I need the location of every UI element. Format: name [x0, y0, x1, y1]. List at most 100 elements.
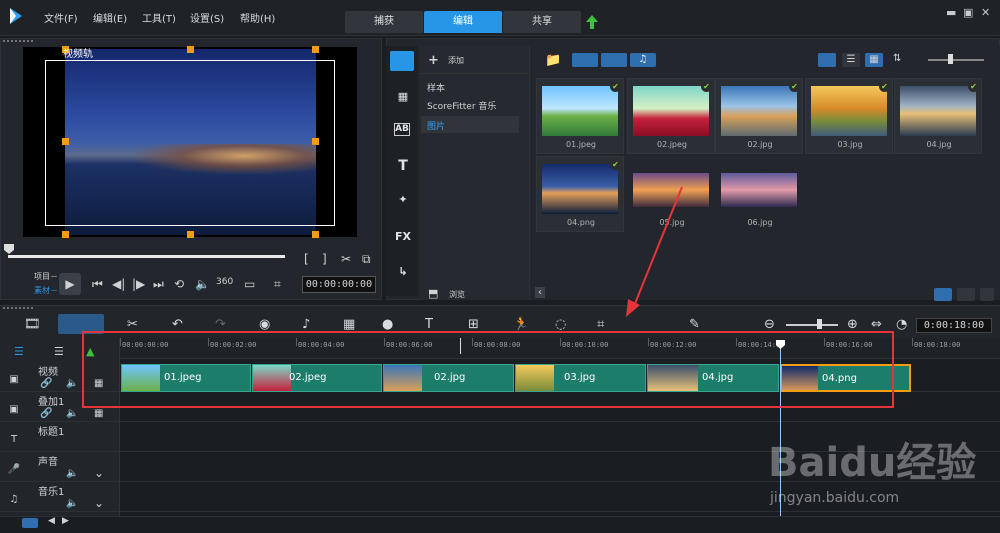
menu-settings[interactable]: 设置(S): [190, 10, 224, 25]
mute-icon[interactable]: 🔈: [66, 468, 78, 479]
upgrade-arrow-icon[interactable]: [585, 14, 599, 30]
track-name-overlay[interactable]: 叠加1: [38, 393, 64, 408]
close-icon[interactable]: ✕: [981, 6, 990, 19]
mask-creator-icon[interactable]: ◌: [555, 317, 566, 332]
media-category-icon[interactable]: [390, 51, 414, 71]
media-thumb-06jpg[interactable]: 06.jpg: [715, 156, 803, 232]
split-clip-icon[interactable]: ✂: [341, 252, 351, 266]
smart-package-icon[interactable]: ✎: [689, 317, 700, 332]
prev-frame-icon[interactable]: ◀|: [112, 277, 125, 291]
track-name-voice[interactable]: 声音: [38, 453, 58, 468]
add-folder-label[interactable]: 添加: [448, 55, 464, 66]
track-name-video[interactable]: 视频: [38, 363, 58, 378]
home-icon[interactable]: ⏮: [92, 277, 103, 292]
zoom-in-icon[interactable]: ⊕: [847, 317, 858, 332]
crop-icon[interactable]: ⌗: [274, 277, 281, 292]
media-thumb-02jpeg[interactable]: ✔ 02.jpeg: [627, 78, 715, 154]
zoom-out-icon[interactable]: ⊖: [764, 317, 775, 332]
scroll-right-icon[interactable]: ▶: [62, 516, 69, 526]
fit-project-icon[interactable]: ⇔: [871, 317, 882, 332]
scrubber-bar[interactable]: [8, 255, 285, 258]
play-button[interactable]: ▶: [59, 273, 81, 295]
minimize-icon[interactable]: ▬: [946, 6, 956, 19]
fx-filter-icon[interactable]: FX: [394, 230, 412, 246]
mute-icon[interactable]: 🔈: [66, 378, 78, 389]
track-name-music[interactable]: 音乐1: [38, 483, 64, 498]
restore-icon[interactable]: ▣: [963, 6, 973, 19]
ripple-edit-icon[interactable]: ▦: [94, 408, 103, 419]
end-icon[interactable]: ⏭: [153, 277, 164, 292]
tab-capture[interactable]: 捕获: [345, 11, 423, 33]
detail-view-icon[interactable]: ☰: [842, 53, 860, 67]
layout-icon[interactable]: [957, 288, 975, 301]
media-thumb-02jpg[interactable]: ✔ 02.jpg: [715, 78, 803, 154]
show-photo-icon[interactable]: [601, 53, 627, 67]
graphics-icon[interactable]: ✦: [394, 193, 412, 209]
mute-icon[interactable]: 🔈: [66, 408, 78, 419]
tab-share[interactable]: 共享: [503, 11, 581, 33]
tools-icon[interactable]: ✂: [127, 317, 138, 332]
thumb-size-slider-knob[interactable]: [948, 54, 953, 64]
360-icon[interactable]: 360: [216, 277, 233, 287]
multi-camera-icon[interactable]: ⊞: [468, 317, 479, 332]
media-thumb-04png[interactable]: ✔ 04.png: [536, 156, 624, 232]
library-options-icon[interactable]: [934, 288, 952, 301]
next-frame-icon[interactable]: |▶: [132, 277, 145, 291]
mark-in-icon[interactable]: [: [304, 252, 309, 266]
link-icon[interactable]: 🔗: [40, 378, 52, 389]
zoom-slider[interactable]: [786, 324, 838, 326]
mute-icon[interactable]: 🔈: [66, 498, 78, 509]
tab-edit[interactable]: 编辑: [424, 11, 502, 33]
browse-label[interactable]: 浏览: [449, 289, 465, 300]
scroll-left-icon[interactable]: ◀: [48, 516, 55, 526]
thumb-size-slider[interactable]: [928, 59, 984, 61]
sort-icon[interactable]: ⇅: [893, 53, 901, 64]
mark-out-icon[interactable]: ]: [322, 252, 327, 266]
import-folder-icon[interactable]: 📁: [545, 53, 561, 68]
undo-icon[interactable]: ↶: [172, 317, 183, 332]
record-capture-icon[interactable]: ◉: [259, 317, 270, 332]
mode-project[interactable]: 项目－: [34, 271, 58, 282]
link-icon[interactable]: 🔗: [40, 408, 52, 419]
folder-pictures[interactable]: 图片: [427, 119, 445, 132]
panel-grip[interactable]: [3, 307, 33, 310]
track-name-title[interactable]: 标题1: [38, 423, 64, 438]
chevron-down-icon[interactable]: ⌄: [94, 466, 104, 480]
pan-zoom-icon[interactable]: ⌗: [597, 317, 604, 332]
track-options-icon[interactable]: [22, 518, 38, 528]
menu-help[interactable]: 帮助(H): [240, 10, 275, 25]
preview-timecode[interactable]: 00:00:00:00: [302, 276, 376, 293]
menu-edit[interactable]: 编辑(E): [93, 10, 127, 25]
volume-icon[interactable]: 🔈: [195, 277, 210, 291]
collapse-library-icon[interactable]: ‹: [535, 287, 545, 298]
media-thumb-04jpg[interactable]: ✔ 04.jpg: [894, 78, 982, 154]
add-folder-icon[interactable]: +: [428, 53, 439, 68]
browse-icon[interactable]: ⬒: [428, 287, 438, 300]
panel-grip[interactable]: [3, 40, 33, 43]
zoom-slider-knob[interactable]: [817, 319, 822, 329]
chapter-icon[interactable]: ☰: [54, 345, 64, 358]
repeat-icon[interactable]: ⟲: [174, 277, 184, 291]
menu-tools[interactable]: 工具(T): [142, 10, 176, 25]
aspect-ratio-icon[interactable]: ▭: [244, 277, 255, 291]
media-thumb-03jpg[interactable]: ✔ 03.jpg: [805, 78, 893, 154]
motion-tracking-icon[interactable]: ●: [382, 317, 393, 332]
show-video-icon[interactable]: [572, 53, 598, 67]
folder-scorefitter[interactable]: ScoreFitter 音乐: [427, 99, 496, 112]
thumbnail-view-icon[interactable]: ▦: [865, 53, 883, 67]
storyboard-view-icon[interactable]: 🎞: [24, 317, 41, 332]
track-manager-icon[interactable]: ☰: [14, 345, 24, 358]
enlarge-icon[interactable]: ⧉: [362, 252, 371, 267]
mode-clip[interactable]: 素材－: [34, 285, 58, 296]
media-thumb-01jpeg[interactable]: ✔ 01.jpeg: [536, 78, 624, 154]
subtitle-editor-icon[interactable]: T: [425, 317, 433, 332]
auto-music-icon[interactable]: ▦: [343, 317, 355, 332]
transition-icon[interactable]: AB: [394, 123, 410, 136]
redo-icon[interactable]: ↷: [215, 317, 226, 332]
time-remap-icon[interactable]: 🏃: [513, 317, 529, 332]
menu-file[interactable]: 文件(F): [44, 10, 78, 25]
folder-sample[interactable]: 样本: [427, 81, 445, 94]
path-icon[interactable]: ↳: [394, 265, 412, 281]
list-view-icon[interactable]: [818, 53, 836, 67]
chevron-down-icon[interactable]: ⌄: [94, 496, 104, 510]
